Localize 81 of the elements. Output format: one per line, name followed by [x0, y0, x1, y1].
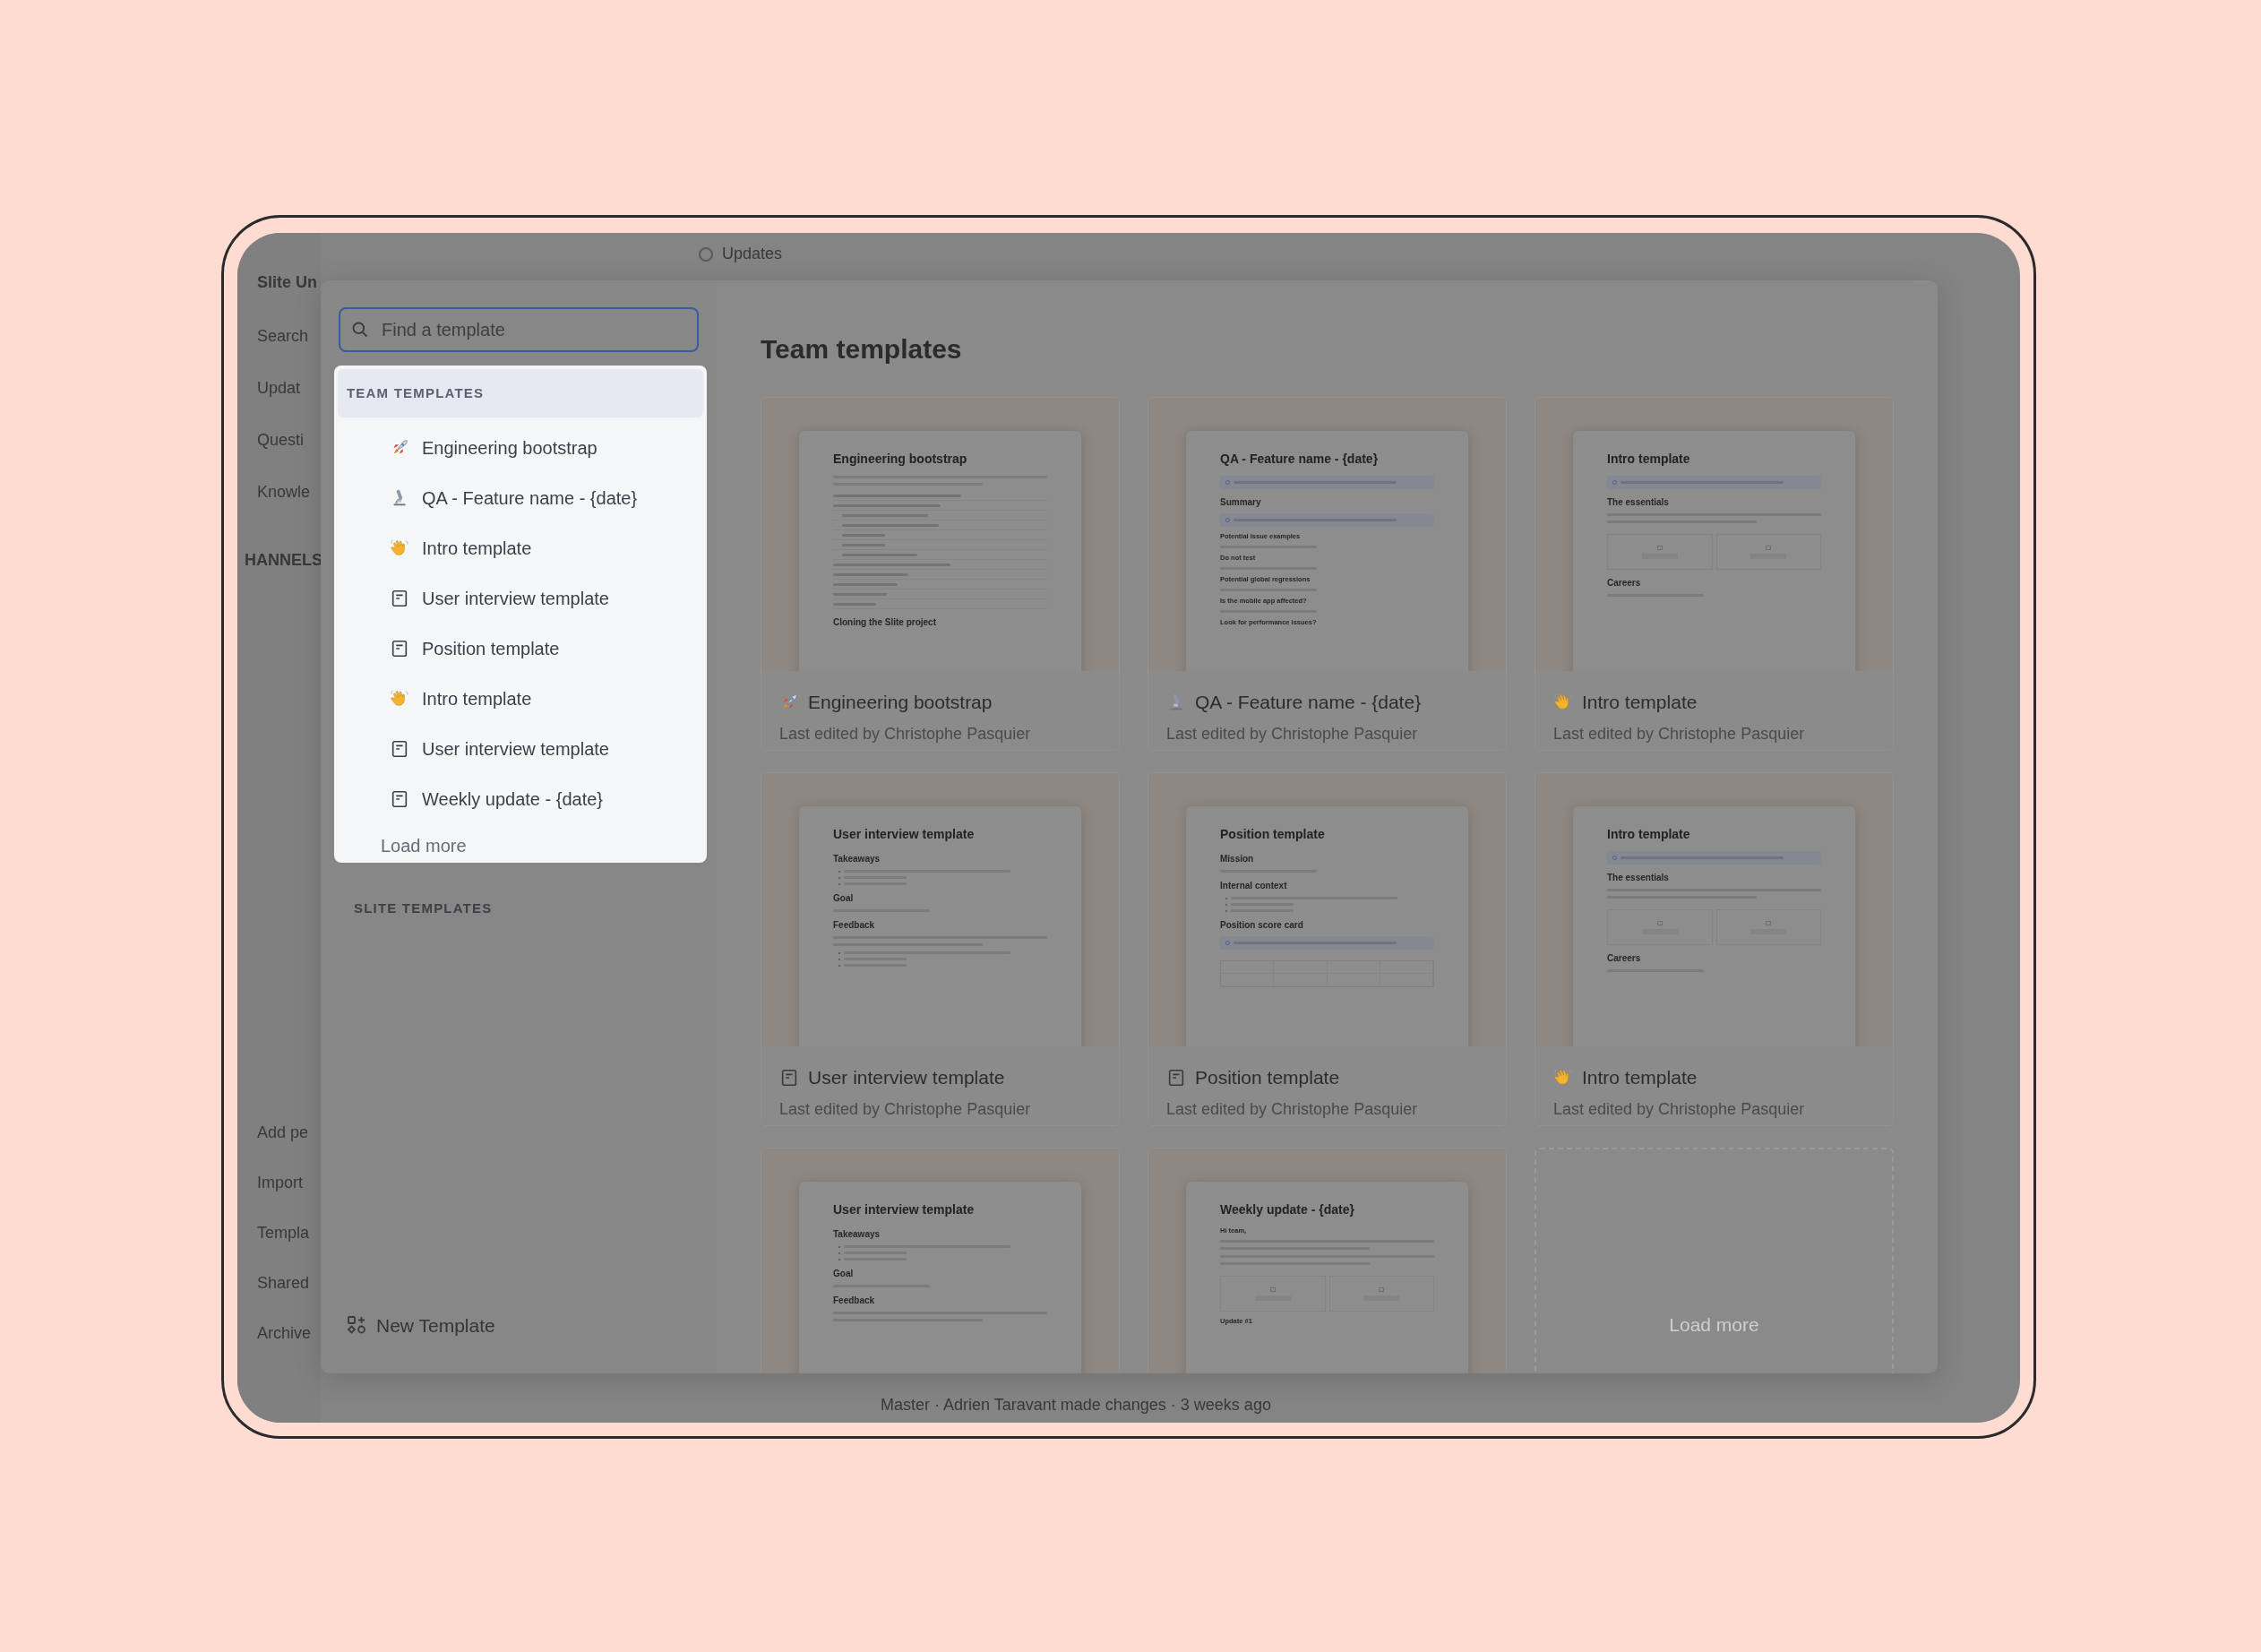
document-title: Intro template: [1607, 451, 1691, 467]
sidebar-item[interactable]: Archive: [257, 1321, 321, 1372]
document-title: Engineering bootstrap: [833, 451, 968, 467]
status-line: Master · Adrien Taravant made changes · 3 weeks ago: [880, 1395, 1272, 1415]
sidebar-item[interactable]: Updat: [257, 376, 321, 428]
document-icon: [390, 789, 409, 809]
sidebar-item[interactable]: Questi: [257, 428, 321, 480]
card-subtitle: Last edited by Christophe Pasquier: [779, 723, 1032, 744]
template-card[interactable]: Position template Mission Internal context Position score card Position template Last edited by Christophe Pasquier: [1148, 772, 1507, 1126]
template-option[interactable]: User interview template: [338, 724, 703, 774]
sidebar-item[interactable]: Slite Un: [257, 271, 321, 324]
sidebar-item[interactable]: Knowle: [257, 480, 321, 532]
load-more-link[interactable]: Load more: [338, 824, 467, 860]
preview-heading: Summary: [1220, 497, 1262, 508]
template-card[interactable]: [1148, 397, 1507, 751]
template-card[interactable]: Intro template The essentials Careers Intro template Last edited by Christophe Pasquier: [1535, 772, 1894, 1126]
card-subtitle: Last edited by Christophe Pasquier: [1553, 723, 1806, 744]
preview-heading: The essentials: [1607, 873, 1670, 883]
card-title: Engineering bootstrap: [808, 691, 993, 714]
card-title: Intro template: [1582, 691, 1698, 714]
section-heading: Team templates: [761, 333, 963, 366]
card-title: User interview template: [808, 1066, 1005, 1089]
sidebar-item[interactable]: Import: [257, 1171, 321, 1221]
sidebar-item[interactable]: Search: [257, 324, 321, 376]
template-option[interactable]: Weekly update - {date}: [338, 774, 703, 824]
template-option[interactable]: Intro template: [338, 674, 703, 724]
waving-hand-icon: [390, 689, 409, 709]
section-title: SLITE TEMPLATES: [353, 899, 494, 917]
card-title: QA - Feature name - {date}: [1195, 691, 1422, 714]
preview-heading: Goal: [833, 893, 855, 904]
search-icon: [351, 321, 369, 339]
document-icon: [1166, 1067, 1186, 1088]
card-subtitle: Last edited by Christophe Pasquier: [1166, 1098, 1419, 1120]
sidebar-item[interactable]: Templa: [257, 1221, 321, 1271]
document-title: User interview template: [833, 1201, 976, 1217]
waving-hand-icon: [1553, 1067, 1573, 1088]
card-title: Intro template: [1582, 1066, 1698, 1089]
document-title: Position template: [1220, 826, 1326, 842]
template-card[interactable]: Engineering bootstrap Cloning the Slite project Engineering bootstrap Last edited by Christophe Pasquier: [761, 397, 1120, 751]
template-option[interactable]: QA - Feature name - {date}: [338, 473, 703, 523]
template-option[interactable]: Engineering bootstrap: [338, 423, 703, 473]
template-option[interactable]: Intro template: [338, 523, 703, 573]
new-template-button[interactable]: New Template: [346, 1311, 495, 1339]
preview-heading: Careers: [1607, 953, 1642, 964]
preview-heading: Takeaways: [833, 854, 881, 865]
card-subtitle: Last edited by Christophe Pasquier: [779, 1098, 1032, 1120]
document-title: Weekly update - {date}: [1220, 1201, 1355, 1217]
document-title: Intro template: [1607, 826, 1691, 842]
template-card[interactable]: User interview template Takeaways Goal Feedback: [761, 1148, 1120, 1373]
shapes-plus-icon: [346, 1314, 367, 1337]
template-option[interactable]: Position template: [338, 624, 703, 674]
template-option[interactable]: User interview template: [338, 573, 703, 624]
document-icon: [390, 639, 409, 658]
card-subtitle: Last edited by Christophe Pasquier: [1553, 1098, 1806, 1120]
search-field[interactable]: Find a template: [339, 307, 699, 352]
template-card[interactable]: User interview template Takeaways Goal Feedback User interview template Last edited by Christophe Pasquier: [761, 772, 1120, 1126]
preview-heading: Feedback: [833, 1295, 876, 1306]
waving-hand-icon: [1553, 692, 1573, 712]
sidebar-item[interactable]: Shared: [257, 1271, 321, 1321]
preview-heading: Mission: [1220, 854, 1255, 865]
preview-heading: Cloning the Slite project: [833, 617, 937, 628]
document-title: QA - Feature name - {date}: [1220, 451, 1380, 467]
preview-heading: Careers: [1607, 578, 1642, 589]
waving-hand-icon: [390, 538, 409, 558]
preview-heading: Internal context: [1220, 881, 1288, 891]
page-title: Updates: [722, 244, 783, 264]
document-icon: [390, 739, 409, 759]
dropdown-header: TEAM TEMPLATES: [338, 369, 703, 417]
document-title: User interview template: [833, 826, 976, 842]
template-card[interactable]: Intro template The essentials Careers Intro template Last edited by Christophe Pasquier: [1535, 397, 1894, 751]
preview-heading: Goal: [833, 1269, 855, 1279]
preview-heading: The essentials: [1607, 497, 1670, 508]
document-icon: [779, 1067, 799, 1088]
sidebar-item[interactable]: Add pe: [257, 1121, 321, 1171]
card-title: Position template: [1195, 1066, 1340, 1089]
card-subtitle: Last edited by Christophe Pasquier: [1166, 723, 1419, 744]
preview-heading: Feedback: [833, 920, 876, 931]
document-icon: [390, 589, 409, 608]
clock-icon: [699, 246, 713, 262]
preview-heading: Position score card: [1220, 920, 1304, 931]
preview-heading: Takeaways: [833, 1229, 881, 1240]
